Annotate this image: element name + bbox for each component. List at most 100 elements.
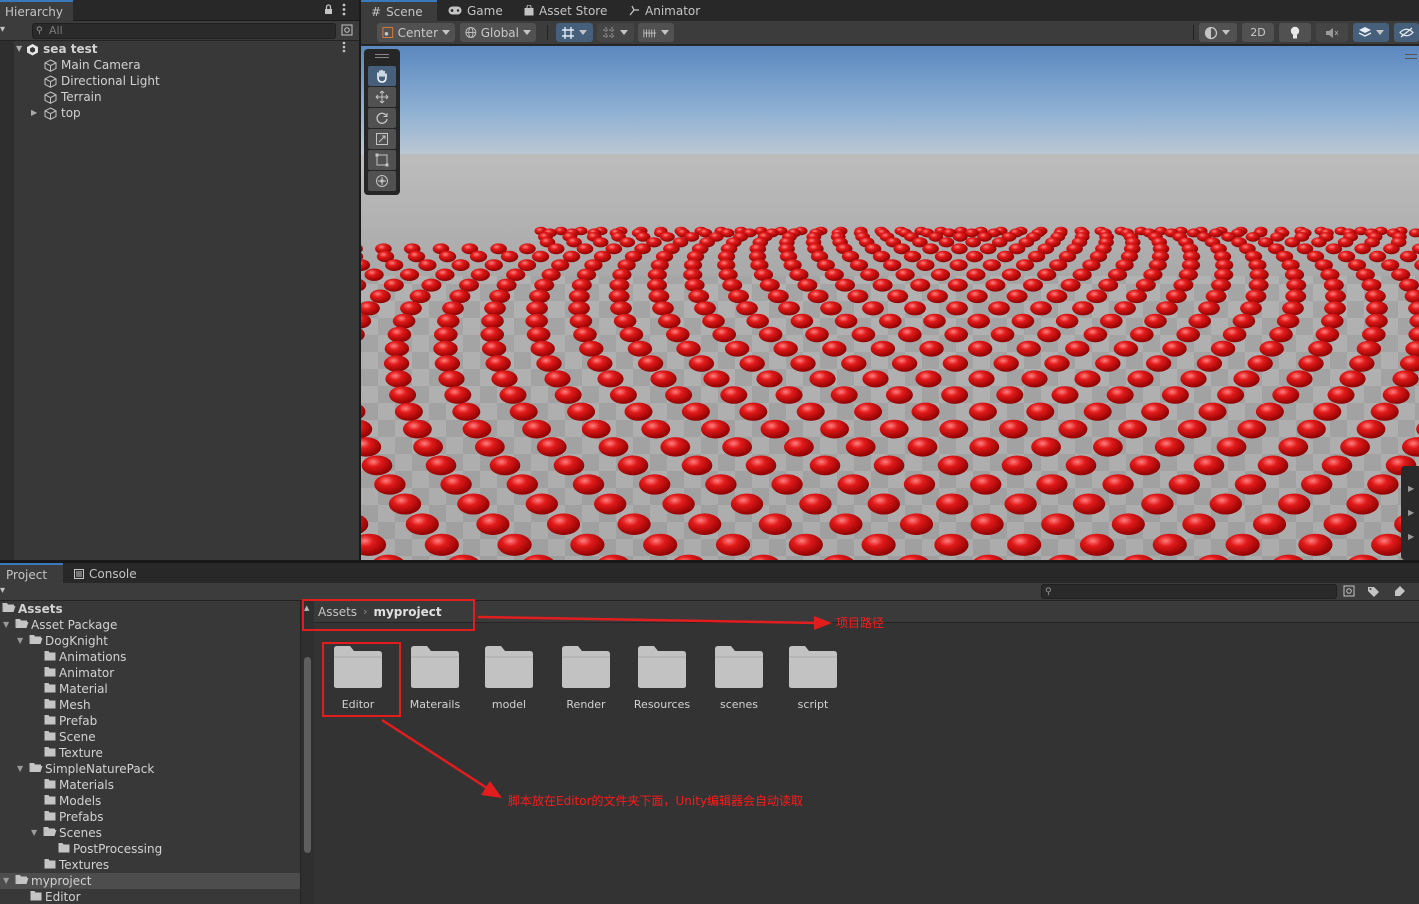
drag-handle-icon[interactable] xyxy=(375,54,389,58)
tag-icon[interactable] xyxy=(1393,585,1406,601)
red-sphere xyxy=(837,474,869,495)
hierarchy-item-top[interactable]: ▶ top xyxy=(31,105,81,121)
asset-folder[interactable]: Materails xyxy=(399,645,471,711)
tree-item[interactable]: Mesh xyxy=(0,697,300,713)
grid-visibility-toggle[interactable] xyxy=(638,23,674,42)
red-sphere xyxy=(966,268,986,281)
tree-item[interactable]: Models xyxy=(0,793,300,809)
asset-folder[interactable]: model xyxy=(473,645,545,711)
grid-snap-toggle[interactable] xyxy=(556,23,593,42)
red-sphere xyxy=(1030,301,1052,316)
red-sphere xyxy=(581,419,611,439)
transform-tool-button[interactable] xyxy=(368,171,396,191)
pivot-mode-dropdown[interactable]: Center xyxy=(377,23,455,42)
search-by-type-icon[interactable] xyxy=(1343,585,1355,600)
red-sphere xyxy=(911,402,940,421)
expand-arrow-icon[interactable]: ▼ xyxy=(31,825,37,841)
scene-viewport[interactable]: ▶ ▶ ▶ xyxy=(361,46,1419,560)
tree-item[interactable]: Scene xyxy=(0,729,300,745)
move-tool-button[interactable] xyxy=(368,87,396,107)
unity-scene-icon xyxy=(27,43,39,55)
hierarchy-item-directional-light[interactable]: Directional Light xyxy=(44,73,160,89)
expand-arrow-icon[interactable]: ▼ xyxy=(3,617,9,633)
tree-item-scenes[interactable]: ▼ Scenes xyxy=(0,825,300,841)
tree-item[interactable]: Animator xyxy=(0,665,300,681)
rotate-tool-button[interactable] xyxy=(368,108,396,128)
tree-item-textures[interactable]: Textures xyxy=(0,857,300,873)
red-sphere xyxy=(841,355,867,372)
red-sphere xyxy=(845,437,876,457)
space-mode-dropdown[interactable]: Global xyxy=(460,23,536,42)
tree-item-dogknight[interactable]: ▼ DogKnight xyxy=(0,633,300,649)
red-sphere xyxy=(1026,402,1055,421)
viewport-menu-icon[interactable] xyxy=(1405,54,1417,59)
tree-item-postprocessing[interactable]: PostProcessing xyxy=(0,841,300,857)
lock-icon[interactable] xyxy=(324,4,333,18)
rect-tool-button[interactable] xyxy=(368,150,396,170)
tree-item[interactable]: Materials xyxy=(0,777,300,793)
tab-animator[interactable]: Animator xyxy=(619,0,710,21)
tree-item-assets[interactable]: Assets xyxy=(0,601,300,617)
tab-scene[interactable]: # Scene xyxy=(361,0,437,21)
tree-item-label: DogKnight xyxy=(45,634,108,648)
asset-folder[interactable]: script xyxy=(777,645,849,711)
red-sphere xyxy=(1113,340,1139,357)
2d-mode-toggle[interactable]: 2D xyxy=(1242,23,1274,42)
increment-snap-toggle[interactable] xyxy=(597,23,634,42)
filter-by-label-icon[interactable] xyxy=(1367,585,1380,601)
red-sphere xyxy=(660,232,675,242)
hand-tool-button[interactable] xyxy=(368,66,396,86)
tree-item-asset-package[interactable]: ▼ Asset Package xyxy=(0,617,300,633)
draw-mode-dropdown[interactable] xyxy=(1199,23,1237,42)
red-sphere xyxy=(938,237,955,248)
tab-hierarchy[interactable]: Hierarchy xyxy=(0,0,74,21)
tree-item[interactable]: Material xyxy=(0,681,300,697)
tab-asset-store[interactable]: Asset Store xyxy=(514,0,617,21)
create-dropdown-icon[interactable]: ▾ xyxy=(0,585,5,596)
red-sphere xyxy=(489,455,521,476)
tab-project[interactable]: Project xyxy=(0,563,63,584)
red-sphere xyxy=(568,301,590,316)
hierarchy-search-input[interactable]: ⚲ All xyxy=(32,23,336,39)
hierarchy-item-main-camera[interactable]: Main Camera xyxy=(44,57,141,73)
play-arrow-icon[interactable]: ▶ xyxy=(1408,532,1414,541)
red-sphere xyxy=(1006,289,1028,304)
project-search-input[interactable]: ⚲ xyxy=(1041,584,1337,599)
expand-arrow-icon[interactable]: ▼ xyxy=(16,41,22,57)
tree-item[interactable]: Prefab xyxy=(0,713,300,729)
overlay-side-panel[interactable]: ▶ ▶ ▶ xyxy=(1401,466,1419,560)
tree-scrollbar[interactable]: ▲ xyxy=(300,601,314,904)
tree-item-editor[interactable]: Editor xyxy=(0,889,300,904)
tree-scrollbar-thumb[interactable] xyxy=(304,657,311,853)
tree-item[interactable]: Animations xyxy=(0,649,300,665)
red-sphere xyxy=(451,259,470,271)
collapse-arrow-icon[interactable]: ▶ xyxy=(31,105,40,121)
search-filter-icon[interactable] xyxy=(341,24,353,39)
scene-root-row[interactable]: ▼ sea test xyxy=(16,41,359,57)
scale-tool-button[interactable] xyxy=(368,129,396,149)
tab-game[interactable]: Game xyxy=(438,0,513,21)
audio-toggle[interactable] xyxy=(1316,23,1348,42)
red-sphere xyxy=(861,533,896,556)
asset-folder[interactable]: Resources xyxy=(626,645,698,711)
asset-folder[interactable]: scenes xyxy=(703,645,775,711)
kebab-menu-icon[interactable] xyxy=(342,3,346,19)
scene-menu-icon[interactable] xyxy=(342,41,346,57)
scene-visibility-toggle[interactable] xyxy=(1394,23,1419,42)
lighting-toggle[interactable] xyxy=(1279,23,1311,42)
expand-arrow-icon[interactable]: ▼ xyxy=(17,633,23,649)
tab-console[interactable]: Console xyxy=(64,563,147,584)
hierarchy-item-terrain[interactable]: Terrain xyxy=(44,89,102,105)
play-arrow-icon[interactable]: ▶ xyxy=(1408,484,1414,493)
tree-item[interactable]: Prefabs xyxy=(0,809,300,825)
expand-arrow-icon[interactable]: ▼ xyxy=(17,761,23,777)
play-arrow-icon[interactable]: ▶ xyxy=(1408,508,1414,517)
asset-folder[interactable]: Render xyxy=(550,645,622,711)
tree-item[interactable]: Texture xyxy=(0,745,300,761)
create-dropdown-icon[interactable]: ▾ xyxy=(0,24,5,35)
tree-item-simplenaturepack[interactable]: ▼ SimpleNaturePack xyxy=(0,761,300,777)
expand-arrow-icon[interactable]: ▼ xyxy=(3,873,9,889)
effects-dropdown[interactable] xyxy=(1353,23,1389,42)
tree-item-myproject[interactable]: ▼ myproject xyxy=(0,873,300,889)
red-sphere xyxy=(437,313,460,329)
